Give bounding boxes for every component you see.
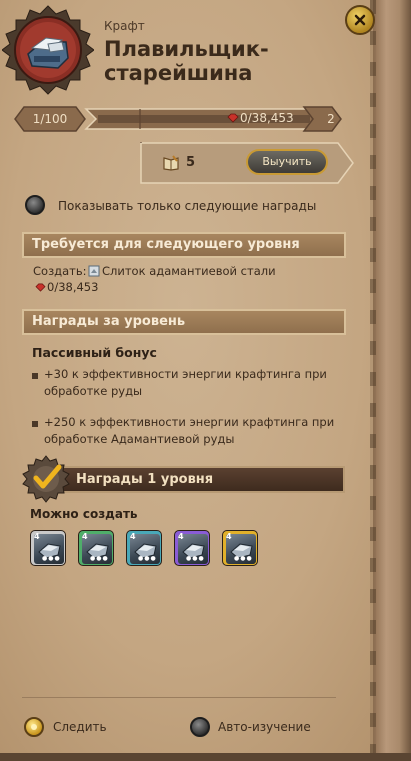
enchant-dots: ●●●	[234, 555, 253, 562]
current-level-text: 1/100	[32, 112, 68, 126]
bonus-item: +30 к эффективности энергии крафтинга пр…	[44, 367, 327, 398]
show-next-only-label: Показывать только следующие награды	[58, 199, 317, 213]
fame-progress-bar	[84, 106, 342, 132]
enchant-dots: ●●●	[42, 555, 61, 562]
category-label: Крафт	[104, 19, 145, 33]
item-tier: 4	[130, 532, 136, 541]
passive-bonus-title: Пассивный бонус	[32, 345, 157, 360]
bullet-icon	[32, 373, 38, 379]
smelter-emblem-icon	[2, 5, 94, 95]
checkmark-gear-icon	[22, 455, 70, 503]
item-slot[interactable]: 4 ●●●	[126, 530, 162, 566]
bonus-item: +250 к эффективности энергии крафтинга п…	[44, 415, 335, 446]
divider	[22, 697, 336, 698]
tier-rewards-header: Награды 1 уровня	[50, 466, 345, 493]
study-button[interactable]: Выучить	[246, 149, 328, 175]
auto-study-toggle[interactable]	[190, 717, 210, 737]
can-create-label: Можно создать	[30, 507, 138, 521]
item-tier: 4	[34, 532, 40, 541]
create-prefix: Создать:	[33, 264, 87, 278]
panel-bottom-edge	[0, 753, 411, 761]
show-next-only-toggle[interactable]	[25, 195, 45, 215]
required-amount: 0/38,453	[47, 280, 99, 294]
ingot-icon	[88, 265, 100, 277]
destiny-board-panel: Крафт Плавильщик-старейшина 1/100 0/38,4…	[0, 0, 411, 761]
item-slot[interactable]: 4 ●●●	[222, 530, 258, 566]
auto-study-label: Авто-изучение	[218, 720, 311, 734]
item-tier: 4	[82, 532, 88, 541]
item-slot[interactable]: 4 ●●●	[78, 530, 114, 566]
bullet-icon	[32, 421, 38, 427]
fame-gem-icon	[227, 113, 239, 123]
book-count: 5	[186, 155, 196, 170]
next-level-text: 2	[327, 112, 335, 126]
item-tier: 4	[226, 532, 232, 541]
close-button[interactable]	[345, 5, 375, 35]
fame-progress-text: 0/38,453	[240, 111, 294, 125]
requirements-header-label: Требуется для следующего уровня	[32, 237, 300, 252]
required-item-name[interactable]: Слиток адамантиевой стали	[102, 264, 276, 278]
tier-rewards-header-label: Награды 1 уровня	[76, 472, 214, 487]
enchant-dots: ●●●	[186, 555, 205, 562]
enchant-dots: ●●●	[138, 555, 157, 562]
follow-toggle[interactable]	[24, 717, 44, 737]
item-slot[interactable]: 4 ●●●	[174, 530, 210, 566]
page-title: Плавильщик-старейшина	[104, 37, 269, 85]
item-tier: 4	[178, 532, 184, 541]
panel-edge	[370, 0, 411, 761]
close-icon	[354, 14, 366, 26]
enchant-dots: ●●●	[90, 555, 109, 562]
rewards-header-label: Награды за уровень	[32, 314, 186, 329]
item-slot[interactable]: 4 ●●●	[30, 530, 66, 566]
fame-gem-icon	[35, 283, 46, 292]
follow-label: Следить	[53, 720, 107, 734]
book-icon	[163, 155, 179, 171]
requirements-header: Требуется для следующего уровня	[22, 232, 346, 258]
rewards-header: Награды за уровень	[22, 309, 346, 335]
